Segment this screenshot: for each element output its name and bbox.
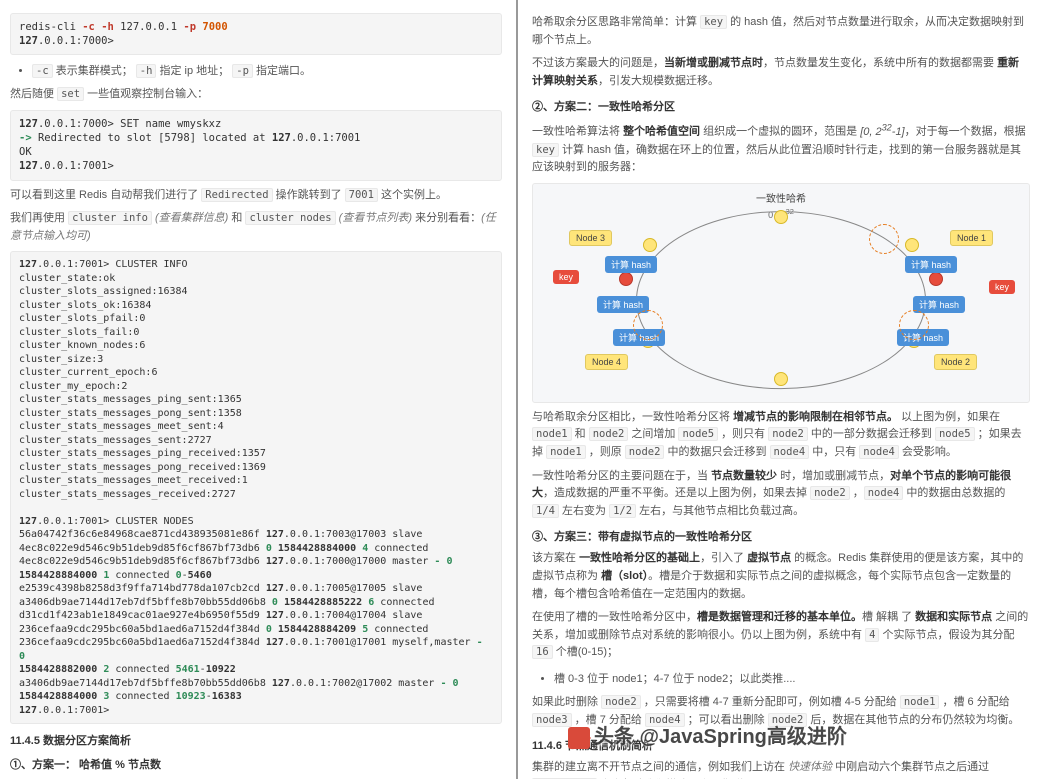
node3-badge: Node 3 xyxy=(569,230,612,246)
para-cluster-cmds: 我们再使用 cluster info (查看集群信息) 和 cluster no… xyxy=(10,210,502,245)
key-left-dot xyxy=(619,272,633,286)
para-hash-issue: 不过该方案最大的问题是，当新增或删减节点时，节点数量发生变化，系统中所有的数据都… xyxy=(532,55,1030,90)
hash-badge-mr: 计算 hash xyxy=(913,296,965,313)
para-few-nodes: 一致性哈希分区的主要问题在于，当 节点数量较少 时，增加或删减节点，对单个节点的… xyxy=(532,468,1030,521)
scheme-3-title: ③、方案三：带有虚拟节点的一致性哈希分区 xyxy=(532,528,1030,544)
diagram-title: 一致性哈希 xyxy=(533,184,1029,205)
para-compare: 与哈希取余分区相比，一致性哈希分区将 增减节点的影响限制在相邻节点。 以上图为例… xyxy=(532,409,1030,462)
watermark: 头条 @JavaSpring高级进阶 xyxy=(568,720,847,749)
node1-dot xyxy=(905,238,919,252)
right-column: 哈希取余分区思路非常简单：计算 key 的 hash 值，然后对节点数量进行取余… xyxy=(518,0,1040,779)
arrow-arc-icon xyxy=(869,224,899,254)
para-virtual-node: 该方案在 一致性哈希分区的基础上，引入了 虚拟节点 的概念。Redis 集群使用… xyxy=(532,550,1030,603)
arrow-arc-icon xyxy=(899,310,929,340)
para-slot-use: 在使用了槽的一致性哈希分区中，槽是数据管理和迁移的基本单位。槽 解耦 了 数据和… xyxy=(532,609,1030,662)
code-set-name: 127.0.0.1:7000> SET name wmyskxz -> Redi… xyxy=(10,110,502,181)
ring-bottom-dot xyxy=(774,372,788,386)
key-badge-left: key xyxy=(553,270,579,284)
code-rediscli-connect: redis-cli -c -h 127.0.0.1 -p 7000 127.0.… xyxy=(10,13,502,55)
consistent-hash-diagram: 一致性哈希 0 / 232 Node 1 Node 2 Node 3 Node … xyxy=(532,183,1030,403)
hash-badge-tl: 计算 hash xyxy=(605,256,657,273)
slot-bullet: 槽 0-3 位于 node1；4-7 位于 node2；以此类推.... xyxy=(554,668,1030,688)
scheme-1-title: ①、方案一： 哈希值 % 节点数 xyxy=(10,756,502,772)
section-1145-title: 11.4.5 数据分区方案简析 xyxy=(10,732,502,748)
node2-badge: Node 2 xyxy=(934,354,977,370)
key-badge-right: key xyxy=(989,280,1015,294)
key-right-dot xyxy=(929,272,943,286)
left-column: redis-cli -c -h 127.0.0.1 -p 7000 127.0.… xyxy=(0,0,518,779)
bullet-cli-flags: -c 表示集群模式； -h 指定 ip 地址； -p 指定端口。 xyxy=(32,60,502,80)
scheme-2-title: ②、方案二：一致性哈希分区 xyxy=(532,98,1030,114)
para-redirected: 可以看到这里 Redis 自动帮我们进行了 Redirected 操作跳转到了 … xyxy=(10,187,502,205)
hash-badge-tr: 计算 hash xyxy=(905,256,957,273)
para-hash-mod: 哈希取余分区思路非常简单：计算 key 的 hash 值，然后对节点数量进行取余… xyxy=(532,14,1030,49)
code-cluster-info-nodes: 127.0.0.1:7001> CLUSTER INFO cluster_sta… xyxy=(10,251,502,724)
para-set-intro: 然后随便 set 一些值观察控制台输入： xyxy=(10,86,502,104)
camera-icon xyxy=(568,727,590,749)
node4-badge: Node 4 xyxy=(585,354,628,370)
para-consistent-hash: 一致性哈希算法将 整个哈希值空间 组织成一个虚拟的圆环，范围是 [0, 232-… xyxy=(532,120,1030,176)
ring-origin-dot xyxy=(774,210,788,224)
para-comm: 集群的建立离不开节点之间的通信，例如我们上访在 快速体验 中刚启动六个集群节点之… xyxy=(532,759,1030,779)
node1-badge: Node 1 xyxy=(950,230,993,246)
node3-dot xyxy=(643,238,657,252)
arrow-arc-icon xyxy=(633,310,663,340)
